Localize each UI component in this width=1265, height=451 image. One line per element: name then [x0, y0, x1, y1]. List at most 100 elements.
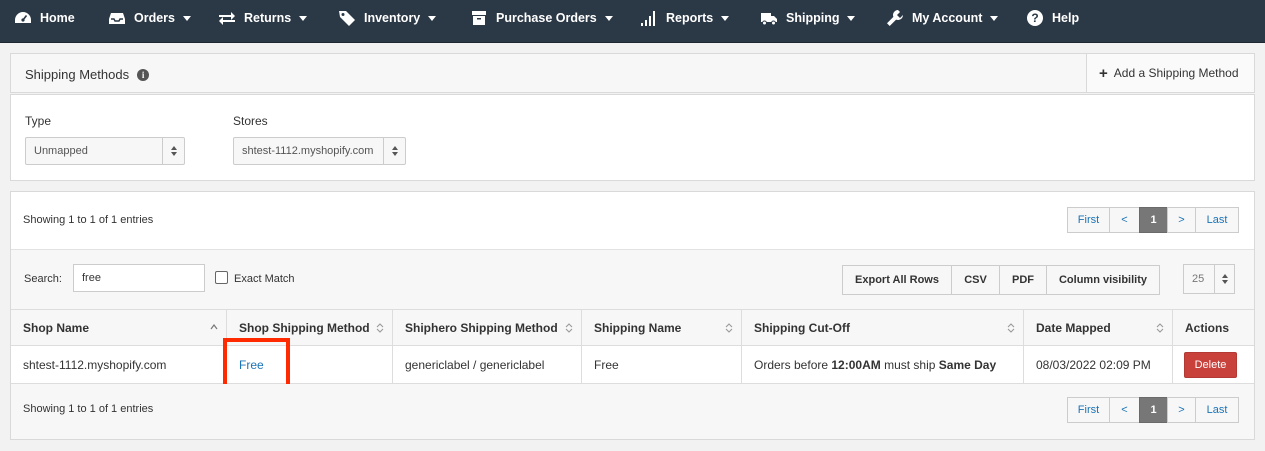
exchange-icon — [218, 9, 236, 27]
search-input-value: free — [82, 272, 101, 284]
stores-select[interactable]: shtest-1112.myshopify.com — [233, 137, 406, 165]
table-header: Shop Name Shop Shipping Method Shiphero … — [11, 309, 1254, 346]
column-header-label: Shipping Cut-Off — [754, 320, 850, 335]
question-icon: ? — [1026, 9, 1044, 27]
chevron-down-icon — [604, 15, 613, 21]
page-current-button[interactable]: 1 — [1139, 397, 1168, 423]
sort-icon — [1156, 322, 1164, 334]
select-arrows-icon — [162, 138, 184, 164]
shipping-methods-table-panel: Showing 1 to 1 of 1 entries First < 1 > … — [10, 191, 1255, 440]
column-header-label: Shop Shipping Method — [239, 320, 370, 335]
export-button-group: Export All Rows CSV PDF Column visibilit… — [842, 265, 1160, 295]
nav-inventory[interactable]: Inventory — [338, 0, 437, 36]
sort-asc-icon — [210, 322, 218, 334]
truck-icon — [760, 9, 778, 27]
cutoff-time: 12:00AM — [831, 357, 881, 372]
nav-help[interactable]: ? Help — [1026, 0, 1079, 36]
page-current-button[interactable]: 1 — [1139, 207, 1168, 233]
page-first-button[interactable]: First — [1067, 207, 1110, 233]
cell-shop-name: shtest-1112.myshopify.com — [11, 346, 227, 383]
column-visibility-button[interactable]: Column visibility — [1046, 265, 1160, 295]
column-header-label: Shiphero Shipping Method — [405, 320, 558, 335]
nav-my-account[interactable]: My Account — [886, 0, 999, 36]
chevron-down-icon — [847, 15, 856, 21]
column-header-actions: Actions — [1173, 310, 1254, 345]
cell-shipping-cut-off: Orders before 12:00AM must ship Same Day — [742, 346, 1024, 383]
exact-match-checkbox[interactable] — [215, 271, 228, 284]
page-next-button[interactable]: > — [1167, 207, 1196, 233]
nav-my-account-label: My Account — [912, 11, 983, 25]
nav-purchase-orders[interactable]: Purchase Orders — [470, 0, 613, 36]
highlight-box — [223, 338, 290, 388]
tag-icon — [338, 9, 356, 27]
column-header-label: Date Mapped — [1036, 320, 1111, 335]
nav-shipping[interactable]: Shipping — [760, 0, 856, 36]
nav-inventory-label: Inventory — [364, 11, 421, 25]
page-title: Shipping Methods — [25, 67, 130, 82]
nav-shipping-label: Shipping — [786, 11, 840, 25]
page-last-button[interactable]: Last — [1195, 207, 1239, 233]
nav-orders[interactable]: Orders — [108, 0, 191, 36]
info-icon[interactable]: i — [137, 68, 150, 81]
export-all-rows-button[interactable]: Export All Rows — [842, 265, 952, 295]
page-prev-button[interactable]: < — [1109, 207, 1140, 233]
column-header-shop-name[interactable]: Shop Name — [11, 310, 227, 345]
plus-icon: + — [1099, 64, 1108, 82]
chevron-down-icon — [428, 15, 437, 21]
pagination-top: First < 1 > Last — [1067, 207, 1239, 233]
stores-label: Stores — [233, 114, 268, 128]
column-header-label: Actions — [1185, 320, 1230, 335]
column-header-shipping-name[interactable]: Shipping Name — [582, 310, 742, 345]
sort-icon — [376, 322, 384, 334]
pdf-button[interactable]: PDF — [999, 265, 1047, 295]
csv-button[interactable]: CSV — [951, 265, 1000, 295]
exact-match-label: Exact Match — [234, 273, 295, 285]
nav-orders-label: Orders — [134, 11, 175, 25]
nav-reports[interactable]: Reports — [640, 0, 730, 36]
chevron-down-icon — [990, 15, 999, 21]
bar-chart-icon — [640, 9, 658, 27]
table-footer: Showing 1 to 1 of 1 entries First < 1 > … — [11, 384, 1254, 439]
add-shipping-method-button[interactable]: + Add a Shipping Method — [1086, 54, 1254, 92]
nav-home[interactable]: Home — [14, 0, 75, 36]
search-label: Search: — [24, 273, 62, 285]
archive-icon — [470, 9, 488, 27]
column-header-shiphero-shipping-method[interactable]: Shiphero Shipping Method — [393, 310, 582, 345]
sort-icon — [565, 322, 573, 334]
filters-panel: Type Unmapped Stores shtest-1112.myshopi… — [10, 94, 1255, 181]
top-navigation: Home Orders Returns Inventory Purchase O… — [0, 0, 1265, 43]
column-header-label: Shop Name — [23, 320, 90, 335]
page-next-button[interactable]: > — [1167, 397, 1196, 423]
nav-returns[interactable]: Returns — [218, 0, 308, 36]
dashboard-icon — [14, 9, 32, 27]
cell-actions: Delete — [1173, 346, 1254, 383]
nav-returns-label: Returns — [244, 11, 292, 25]
type-select[interactable]: Unmapped — [25, 137, 185, 165]
chevron-down-icon — [721, 15, 730, 21]
chevron-down-icon — [299, 15, 308, 21]
page-prev-button[interactable]: < — [1109, 397, 1140, 423]
type-select-value: Unmapped — [34, 145, 88, 157]
column-header-shipping-cut-off[interactable]: Shipping Cut-Off — [742, 310, 1024, 345]
wrench-icon — [886, 9, 904, 27]
select-arrows-icon — [383, 138, 405, 164]
column-header-label: Shipping Name — [594, 320, 682, 335]
table-toolbar: Search: free Exact Match Export All Rows… — [11, 249, 1254, 309]
column-header-date-mapped[interactable]: Date Mapped — [1024, 310, 1173, 345]
stores-select-value: shtest-1112.myshopify.com — [242, 145, 374, 157]
nav-help-label: Help — [1052, 11, 1080, 25]
page-first-button[interactable]: First — [1067, 397, 1110, 423]
sort-icon — [725, 322, 733, 334]
delete-button[interactable]: Delete — [1184, 351, 1237, 378]
page-last-button[interactable]: Last — [1195, 397, 1239, 423]
page-header: Shipping Methods i + Add a Shipping Meth… — [10, 53, 1255, 93]
nav-home-label: Home — [40, 11, 75, 25]
search-input[interactable]: free — [73, 264, 205, 292]
cutoff-prefix: Orders before — [754, 357, 832, 372]
cutoff-mid: must ship — [880, 357, 939, 372]
add-shipping-method-label: Add a Shipping Method — [1113, 66, 1239, 80]
nav-purchase-orders-label: Purchase Orders — [496, 11, 597, 25]
cell-shipping-name: Free — [582, 346, 742, 383]
page-size-select[interactable]: 25 — [1183, 264, 1235, 294]
cell-date-mapped: 08/03/2022 02:09 PM — [1024, 346, 1173, 383]
